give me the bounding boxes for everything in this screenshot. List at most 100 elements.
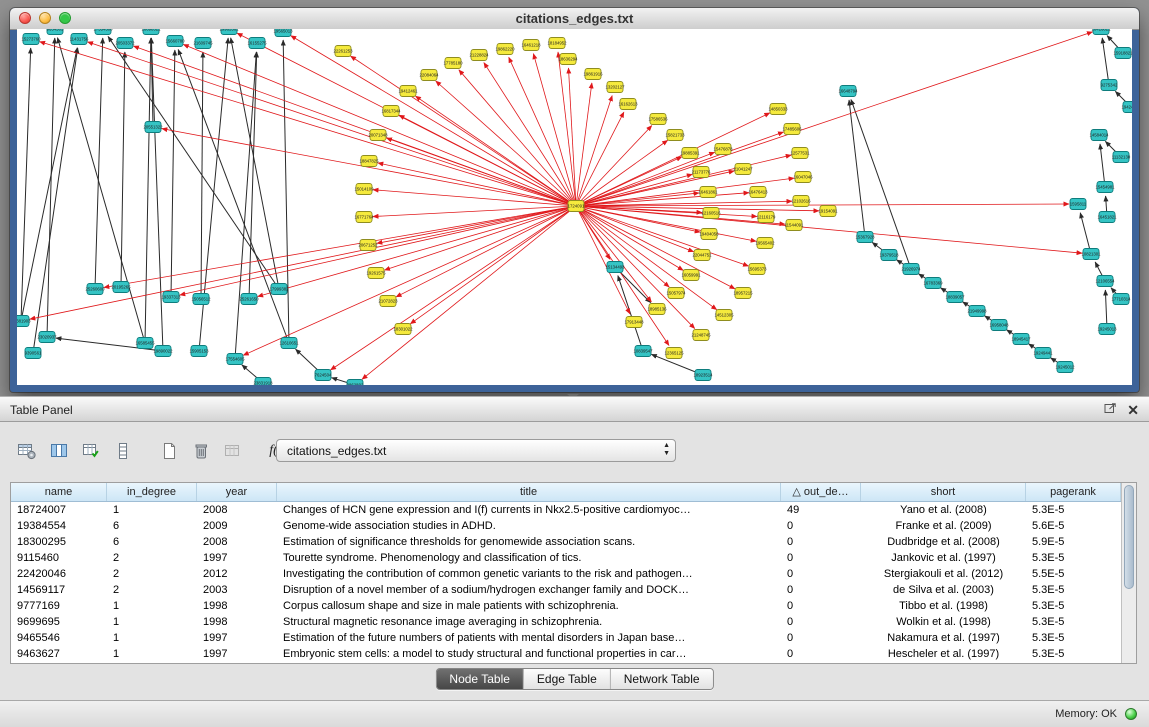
network-node[interactable]: 15273760 xyxy=(21,34,41,45)
network-node[interactable]: 16817344 xyxy=(381,106,401,117)
network-node[interactable]: 1724091 xyxy=(568,201,585,212)
table-row[interactable]: 946362711997Embryonic stem cells: a mode… xyxy=(11,646,1121,662)
network-node[interactable]: 11544091 xyxy=(785,220,804,231)
network-node[interactable]: 25261650 xyxy=(239,294,259,305)
network-node[interactable]: 21949998 xyxy=(967,306,987,317)
network-node[interactable]: 17586536 xyxy=(648,114,668,125)
network-node[interactable]: 16476413 xyxy=(748,187,768,198)
network-node[interactable]: 19965561 xyxy=(219,29,239,35)
network-node[interactable]: 11431756 xyxy=(70,34,89,45)
network-node[interactable]: 21926974 xyxy=(901,264,921,275)
network-node[interactable]: 17785180 xyxy=(443,58,463,69)
delete-table-icon[interactable] xyxy=(188,439,214,463)
network-node[interactable]: 16585455 xyxy=(135,338,155,349)
network-node[interactable]: 15454981 xyxy=(1095,182,1115,193)
network-node[interactable]: 19885391 xyxy=(680,148,700,159)
network-node[interactable]: 19249441 xyxy=(1033,348,1053,359)
network-node[interactable]: 20503372 xyxy=(115,38,135,49)
column-header-name[interactable]: name xyxy=(11,483,107,501)
network-node[interactable]: 18698321 xyxy=(141,29,161,35)
network-node[interactable]: 21248745 xyxy=(691,330,711,341)
network-node[interactable]: 18301022 xyxy=(393,324,413,335)
network-node[interactable]: 10839547 xyxy=(633,346,653,357)
network-node[interactable]: 15367928 xyxy=(855,232,875,243)
network-node[interactable]: 15014109 xyxy=(354,184,374,195)
network-node[interactable]: 18847825 xyxy=(359,156,379,167)
network-node[interactable]: 16047046 xyxy=(793,172,813,183)
vertical-scrollbar[interactable] xyxy=(1121,483,1136,663)
network-node[interactable]: 19565013 xyxy=(273,29,293,37)
network-node[interactable]: 17913448 xyxy=(624,317,644,328)
network-node[interactable]: 19424949 xyxy=(1121,102,1132,113)
network-node[interactable]: 15476878 xyxy=(713,144,733,155)
network-node[interactable]: 21173776 xyxy=(692,167,711,178)
network-node[interactable]: 19565402 xyxy=(755,238,775,249)
network-node[interactable]: 15821733 xyxy=(665,130,685,141)
float-panel-icon[interactable] xyxy=(1104,401,1117,419)
network-node[interactable]: 19412461 xyxy=(398,86,418,97)
network-node[interactable]: 19245012 xyxy=(1055,362,1075,373)
network-node[interactable]: 18923514 xyxy=(693,370,713,381)
network-node[interactable]: 16958048 xyxy=(989,320,1009,331)
network-node[interactable]: 21072823 xyxy=(378,296,398,307)
network-node[interactable]: 18636294 xyxy=(558,54,578,65)
column-header-title[interactable]: title xyxy=(277,483,781,501)
network-node[interactable]: 20671252 xyxy=(358,240,378,251)
network-node[interactable]: 19379518 xyxy=(879,250,899,261)
network-node[interactable]: 18839057 xyxy=(945,292,965,303)
table-row[interactable]: 1872400712008Changes of HCN gene express… xyxy=(11,502,1121,518)
network-node[interactable]: 18381903 xyxy=(17,316,31,327)
column-header-in_degree[interactable]: in_degree xyxy=(107,483,197,501)
network-node[interactable]: 1595811 xyxy=(1070,199,1087,210)
network-node[interactable]: 17554605 xyxy=(225,354,245,365)
network-node[interactable]: 16155275 xyxy=(247,38,267,49)
table-row[interactable]: 1456911722003Disruption of a novel membe… xyxy=(11,582,1121,598)
network-node[interactable]: 25260600 xyxy=(85,284,105,295)
table-row[interactable]: 969969511998Structural magnetic resonanc… xyxy=(11,614,1121,630)
network-node[interactable]: 15905153 xyxy=(189,346,209,357)
network-node[interactable]: 9275342 xyxy=(1101,80,1118,91)
network-node[interactable]: 17999382 xyxy=(269,284,289,295)
network-node[interactable]: 15057974 xyxy=(666,288,686,299)
table-row[interactable]: 2242004622012Investigating the contribut… xyxy=(11,566,1121,582)
network-node[interactable]: 16451821 xyxy=(1097,212,1117,223)
network-node[interactable]: 17710314 xyxy=(1111,294,1131,305)
network-node[interactable]: 18985136 xyxy=(647,304,667,315)
table-selector-dropdown[interactable]: citations_edges.txt ▲▼ xyxy=(276,439,676,462)
column-header-year[interactable]: year xyxy=(197,483,277,501)
network-node[interactable]: 15695373 xyxy=(747,264,767,275)
network-canvas[interactable]: 15273760 9634505 11431756 1755430020503372 1… xyxy=(17,29,1132,385)
network-node[interactable]: 10821301 xyxy=(1081,249,1101,260)
network-node[interactable]: 16162613 xyxy=(618,99,638,110)
network-node[interactable]: 9634505 xyxy=(47,29,64,35)
network-node[interactable]: 22044751 xyxy=(692,250,712,261)
network-node[interactable]: 15056512 xyxy=(191,294,211,305)
network-node[interactable]: 22084064 xyxy=(419,70,439,81)
network-node[interactable]: 19890022 xyxy=(153,346,173,357)
network-node[interactable]: 12116179 xyxy=(757,212,776,223)
network-node[interactable]: 14584014 xyxy=(1089,130,1109,141)
close-panel-icon[interactable]: ✕ xyxy=(1127,403,1139,417)
network-node[interactable]: 9862892 xyxy=(347,380,364,386)
network-node[interactable]: 15134493 xyxy=(605,262,625,273)
network-node[interactable]: 16648794 xyxy=(838,86,858,97)
network-node[interactable]: 15918821 xyxy=(1113,48,1132,59)
column-header-short[interactable]: short xyxy=(861,483,1026,501)
network-node[interactable]: 12577531 xyxy=(790,148,810,159)
new-file-icon[interactable] xyxy=(156,439,182,463)
network-node[interactable]: 23831918 xyxy=(253,378,273,386)
table-row[interactable]: 946554611997Estimation of the future num… xyxy=(11,630,1121,646)
network-node[interactable]: 17554300 xyxy=(93,29,113,35)
network-node[interactable]: 21609745 xyxy=(193,38,213,49)
network-node[interactable]: 18184952 xyxy=(547,38,567,49)
column-header-out_de[interactable]: △ out_de… xyxy=(781,483,861,501)
network-node[interactable]: 22261253 xyxy=(333,46,353,57)
table-row[interactable]: 1938455462009Genome-wide association stu… xyxy=(11,518,1121,534)
tab-network-table[interactable]: Network Table xyxy=(610,669,713,689)
table-settings-icon[interactable] xyxy=(14,439,40,463)
network-node[interactable]: 7624504 xyxy=(315,370,332,381)
table-row[interactable]: 1830029562008Estimation of significance … xyxy=(11,534,1121,550)
select-all-icon[interactable] xyxy=(78,439,104,463)
network-node[interactable]: 12102616 xyxy=(791,196,811,207)
tab-edge-table[interactable]: Edge Table xyxy=(523,669,610,689)
